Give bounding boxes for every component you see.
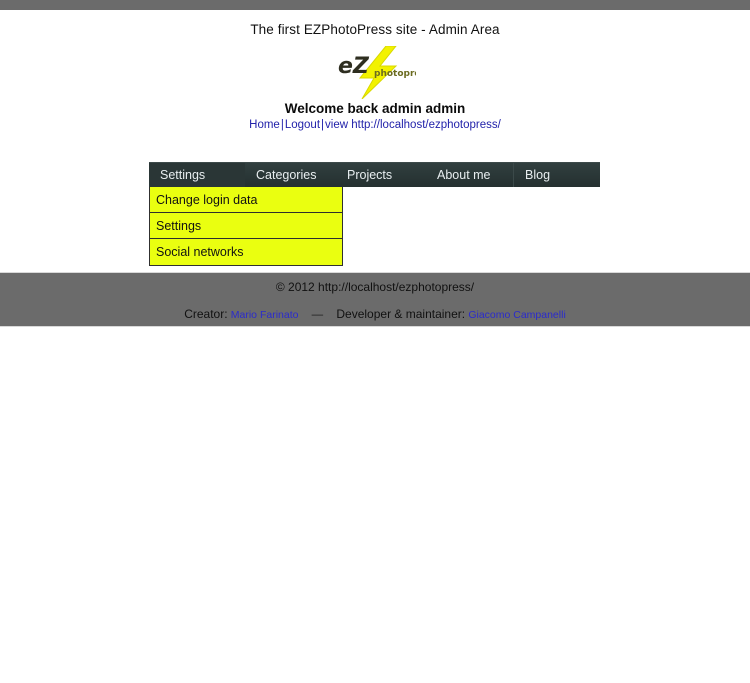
creator-link[interactable]: Mario Farinato (231, 309, 299, 321)
nav-item-about-me[interactable]: About me (426, 163, 513, 187)
nav-item-settings[interactable]: Settings (149, 163, 245, 187)
logout-link[interactable]: Logout (285, 119, 320, 131)
user-links: Home|Logout|view http://localhost/ezphot… (0, 116, 750, 131)
nav-list: Settings Categories Projects About me Bl… (149, 163, 600, 187)
credits-dash: — (311, 309, 324, 321)
menu-social-networks[interactable]: Social networks (150, 239, 342, 265)
page-footer: © 2012 http://localhost/ezphotopress/ Cr… (0, 272, 750, 327)
menu-change-login-data[interactable]: Change login data (150, 187, 342, 212)
settings-dropdown-menu: Change login data Settings Social networ… (149, 187, 343, 266)
copyright-text: © 2012 http://localhost/ezphotopress/ (275, 280, 475, 294)
nav-item-projects[interactable]: Projects (336, 163, 426, 187)
svg-text:eZ: eZ (338, 54, 370, 79)
main-navigation: Settings Categories Projects About me Bl… (149, 162, 600, 187)
credits-line: Creator: Mario Farinato — Developer & ma… (0, 294, 750, 321)
top-browser-strip (0, 0, 750, 10)
page-wrapper: The first EZPhotoPress site - Admin Area… (0, 10, 750, 327)
nav-item-categories[interactable]: Categories (245, 163, 336, 187)
nav-about-me-link[interactable]: About me (426, 163, 513, 187)
nav-item-blog[interactable]: Blog (513, 163, 599, 187)
ezphotopress-logo-icon: eZ photopress (334, 45, 431, 100)
nav-projects-link[interactable]: Projects (336, 163, 426, 187)
svg-text:photopress: photopress (374, 69, 416, 79)
developer-link[interactable]: Giacomo Campanelli (468, 309, 565, 321)
creator-label: Creator: (184, 307, 228, 321)
nav-settings-link[interactable]: Settings (149, 163, 245, 187)
dropdown-item-settings[interactable]: Settings (150, 213, 342, 239)
logo-container: eZ photopress (0, 45, 750, 100)
dropdown-item-change-login-data[interactable]: Change login data (150, 187, 342, 213)
view-site-link[interactable]: view http://localhost/ezphotopress/ (325, 119, 501, 131)
nav-categories-link[interactable]: Categories (245, 163, 336, 187)
home-link[interactable]: Home (249, 119, 280, 131)
welcome-message: Welcome back admin admin (284, 101, 466, 116)
dropdown-list: Change login data Settings Social networ… (150, 187, 342, 265)
dropdown-item-social-networks[interactable]: Social networks (150, 239, 342, 265)
page-title: The first EZPhotoPress site - Admin Area (250, 22, 500, 37)
menu-settings[interactable]: Settings (150, 213, 342, 238)
developer-label: Developer & maintainer: (336, 307, 466, 321)
nav-blog-link[interactable]: Blog (514, 163, 599, 187)
